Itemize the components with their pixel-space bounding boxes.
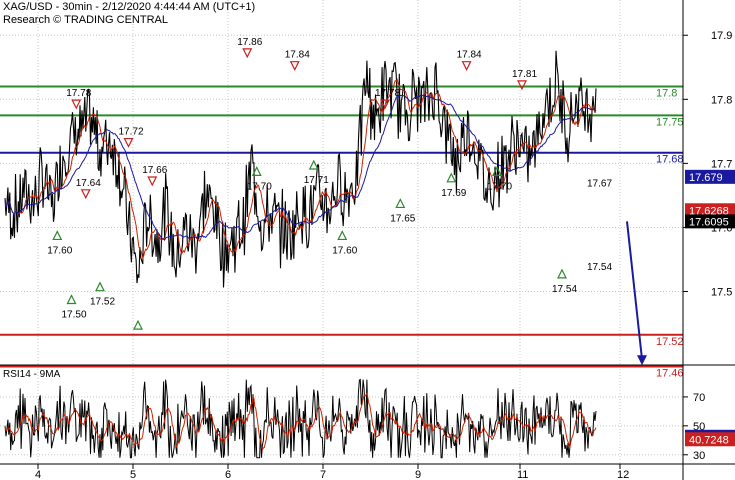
swing-high-label: 17.78 bbox=[66, 88, 91, 99]
swing-low-label: 17.52 bbox=[90, 297, 115, 308]
rsi-panel: 30507042.429340.7248 bbox=[0, 378, 735, 462]
last-pivot-badge-text: 17.679 bbox=[689, 172, 723, 184]
chart-canvas: 17.817.7517.6817.5217.46 17.6017.7817.64… bbox=[0, 0, 735, 480]
swing-high-label: 17.78 bbox=[375, 88, 400, 99]
swing-low-label: 17.70 bbox=[487, 181, 512, 192]
price-tick-label: 17.7 bbox=[711, 158, 732, 170]
swing-low-marker bbox=[52, 230, 63, 241]
forecast-arrow-head bbox=[637, 355, 647, 366]
price-tick-label: 17.5 bbox=[711, 287, 732, 299]
swing-label: 17.54 bbox=[587, 262, 612, 273]
swing-high-marker bbox=[147, 176, 158, 187]
rsi-ma-text: 40.7248 bbox=[689, 434, 729, 446]
resistance-2-label: 17.8 bbox=[656, 87, 677, 99]
resistance-1-label: 17.75 bbox=[656, 116, 684, 128]
swing-high-marker bbox=[71, 99, 82, 110]
time-tick-label: 9 bbox=[415, 469, 421, 480]
last-price-badge-text: 17.6095 bbox=[689, 216, 729, 228]
time-tick-label: 12 bbox=[617, 469, 629, 480]
price-tick-label: 17.9 bbox=[711, 30, 732, 42]
swing-high-label: 17.84 bbox=[457, 50, 482, 61]
support-1-label: 17.52 bbox=[656, 336, 684, 348]
swing-high-label: 17.66 bbox=[142, 165, 167, 176]
swing-high-marker bbox=[123, 137, 134, 148]
time-tick-label: 7 bbox=[320, 469, 326, 480]
time-tick-label: 5 bbox=[130, 469, 136, 480]
swing-low-label: 17.54 bbox=[552, 284, 577, 295]
rsi-tick-label: 70 bbox=[693, 392, 705, 404]
price-tick-label: 17.8 bbox=[711, 94, 732, 106]
swing-low-label: 17.70 bbox=[247, 181, 272, 192]
chart-title: XAG/USD - 30min - 2/12/2020 4:44:44 AM (… bbox=[3, 1, 256, 13]
swing-high-label: 17.72 bbox=[119, 127, 144, 138]
time-axis: 4 5 6 7 9 11 12 bbox=[0, 463, 735, 480]
chart-credit: Research © TRADING CENTRAL bbox=[3, 14, 168, 26]
swing-low-label: 17.60 bbox=[332, 245, 357, 256]
time-tick-label: 11 bbox=[517, 469, 528, 480]
rsi-title: RSI14 - 9MA bbox=[3, 369, 61, 380]
swing-high-marker bbox=[517, 80, 527, 91]
swing-low-label: 17.50 bbox=[62, 310, 87, 321]
swing-high-label: 17.81 bbox=[512, 69, 537, 80]
swing-label: 17.67 bbox=[587, 179, 612, 190]
swing-low-marker bbox=[308, 159, 319, 170]
swing-low-marker bbox=[337, 230, 348, 241]
swing-low-label: 17.71 bbox=[304, 175, 329, 186]
swing-low-marker bbox=[95, 281, 105, 292]
swing-low-label: 17.60 bbox=[47, 245, 72, 256]
pivot-label: 17.68 bbox=[656, 154, 684, 166]
swing-high-marker bbox=[289, 61, 300, 72]
swing-high-marker bbox=[80, 189, 91, 200]
swing-low-label: 17.65 bbox=[390, 213, 415, 224]
forecast-arrow-shaft bbox=[626, 221, 643, 360]
swing-low-marker bbox=[395, 198, 406, 209]
swing-markers: 17.60 17.78 17.64 17.5017.52 17.72 17.66 17.86… bbox=[47, 37, 612, 330]
support-2-label: 17.46 bbox=[656, 367, 684, 379]
swing-low-label: 17.69 bbox=[441, 188, 466, 199]
price-series-layer bbox=[4, 50, 647, 366]
swing-high-marker bbox=[242, 48, 253, 59]
swing-high-marker bbox=[461, 61, 472, 72]
rsi-tick-label: 30 bbox=[693, 450, 705, 462]
swing-low-marker bbox=[66, 294, 77, 305]
swing-high-label: 17.84 bbox=[285, 50, 310, 61]
swing-low-marker bbox=[557, 268, 567, 279]
swing-low-marker bbox=[133, 319, 143, 330]
swing-high-label: 17.86 bbox=[237, 37, 262, 48]
time-tick-label: 6 bbox=[225, 469, 231, 480]
swing-high-label: 17.64 bbox=[76, 178, 101, 189]
time-tick-label: 4 bbox=[35, 469, 41, 480]
